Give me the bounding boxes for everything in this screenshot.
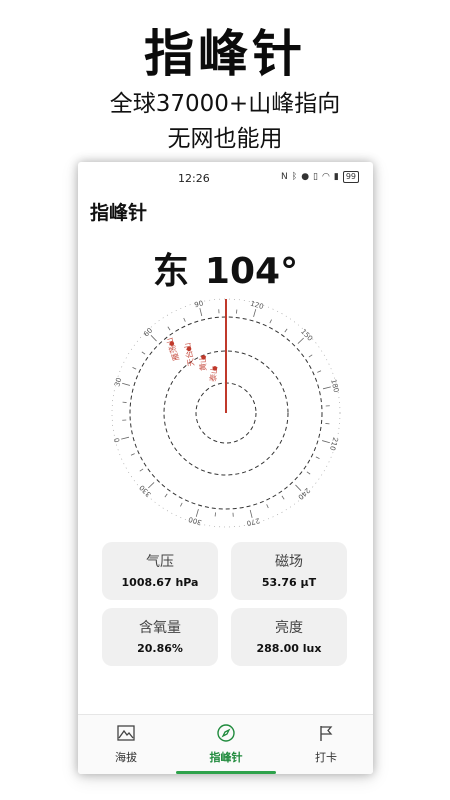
- nav-label: 海拔: [115, 751, 137, 764]
- promo-title: 指峰针: [144, 25, 306, 83]
- compass-tick: [295, 484, 302, 491]
- battery-indicator: 99: [342, 171, 359, 183]
- compass-tick: [266, 504, 269, 509]
- compass-tick: [167, 326, 171, 331]
- nav-item-checkin[interactable]: 打卡: [286, 723, 366, 765]
- flag-icon: [320, 726, 333, 741]
- status-bar: 12:26 N ᛒ ● ▯ ◠ ▮ 99: [78, 162, 373, 192]
- compass-tick: [199, 308, 203, 317]
- sensor-value: 1008.67 hPa: [121, 576, 199, 589]
- app-title: 指峰针: [90, 202, 148, 224]
- peak-label: 黄山: [197, 355, 208, 371]
- compass-tick: [121, 436, 130, 440]
- compass-tick-label: 180: [329, 378, 340, 393]
- compass-tick: [180, 502, 183, 507]
- sensor-value: 288.00 lux: [256, 642, 322, 655]
- peak-label: 天台山: [182, 342, 196, 367]
- sensor-label: 磁场: [275, 554, 303, 570]
- sensor-value: 53.76 μT: [261, 576, 317, 589]
- compass-tick: [269, 319, 272, 324]
- compass-tick: [284, 328, 288, 333]
- location-icon: ●: [301, 172, 310, 182]
- compass-tick: [253, 309, 257, 317]
- compass-tick: [322, 440, 330, 444]
- bottom-nav: 海拔 指峰针 打卡: [78, 714, 373, 774]
- compass-tick: [315, 456, 320, 459]
- signal-icon: ▮: [333, 172, 339, 182]
- heading-degrees: 104°: [204, 251, 299, 292]
- peak-label: 雁荡山: [164, 336, 181, 362]
- compass-tick: [183, 317, 186, 322]
- compass-dial[interactable]: 30 60 90 120 150 180 210 240 270 300 330 0 雁荡山 天台山 黄山…: [108, 295, 344, 531]
- compass-tick: [148, 482, 155, 489]
- nav-label: 指峰针: [209, 751, 243, 764]
- compass-tick: [306, 471, 311, 475]
- compass-tick-label: 120: [249, 300, 264, 311]
- compass-tick: [297, 337, 304, 344]
- compass-tick: [132, 367, 137, 370]
- nav-label: 打卡: [315, 751, 337, 764]
- compass-tick: [130, 453, 135, 456]
- phone-screen: 12:26 N ᛒ ● ▯ ◠ ▮ 99 指峰针 东 104° 30 60 90 12…: [78, 162, 373, 774]
- promo-subtagline: 无网也能用: [167, 126, 283, 152]
- compass-tick-label: 270: [246, 516, 261, 527]
- status-icons: N ᛒ ● ▯ ◠ ▮ 99: [281, 171, 359, 183]
- compass-tick-label: 30: [113, 377, 123, 388]
- sensor-value: 20.86%: [137, 642, 183, 655]
- compass-tick: [322, 386, 331, 390]
- nav-item-altitude[interactable]: 海拔: [86, 723, 166, 765]
- peak-label: 泰山: [208, 365, 220, 382]
- heading-direction: 东: [152, 251, 189, 292]
- promo-tagline: 全球37000+山峰指向: [109, 91, 341, 117]
- active-tab-indicator: [176, 771, 276, 774]
- sensor-card-oxygen[interactable]: 含氧量 20.86%: [102, 608, 218, 666]
- compass-tick-label: 90: [194, 299, 205, 309]
- compass-tick: [195, 509, 199, 517]
- sensor-label: 亮度: [275, 620, 303, 636]
- wifi-icon: ◠: [322, 172, 330, 182]
- compass-tick-label: 210: [328, 436, 339, 451]
- mountain-icon: [117, 725, 135, 741]
- sensor-card-pressure[interactable]: 气压 1008.67 hPa: [102, 542, 218, 600]
- heading-readout: 东 104°: [78, 242, 373, 294]
- compass-svg: 306090 1201501802102402703003300 雁荡山 天台山 黄山…: [111, 298, 341, 528]
- status-time: 12:26: [178, 172, 210, 185]
- compass-tick: [139, 468, 144, 472]
- compass-tick: [150, 335, 157, 342]
- bluetooth-icon: ᛒ: [291, 172, 298, 182]
- sensor-card-brightness[interactable]: 亮度 288.00 lux: [231, 608, 347, 666]
- compass-tick: [122, 382, 130, 386]
- compass-icon: [217, 724, 235, 742]
- compass-tick-label: 300: [188, 515, 203, 526]
- compass-tick: [281, 495, 285, 500]
- vibrate-icon: ▯: [313, 172, 318, 182]
- nav-item-compass[interactable]: 指峰针: [186, 723, 266, 765]
- compass-tick: [249, 509, 253, 518]
- compass-tick: [317, 370, 322, 373]
- sensor-card-magnetic[interactable]: 磁场 53.76 μT: [231, 542, 347, 600]
- compass-tick: [164, 493, 168, 498]
- compass-tick: [308, 354, 313, 358]
- compass-tick: [141, 351, 146, 355]
- sensor-label: 含氧量: [139, 620, 181, 636]
- compass-tick-label: 0: [113, 437, 122, 443]
- nfc-icon: N: [281, 172, 288, 182]
- sensor-label: 气压: [146, 554, 174, 570]
